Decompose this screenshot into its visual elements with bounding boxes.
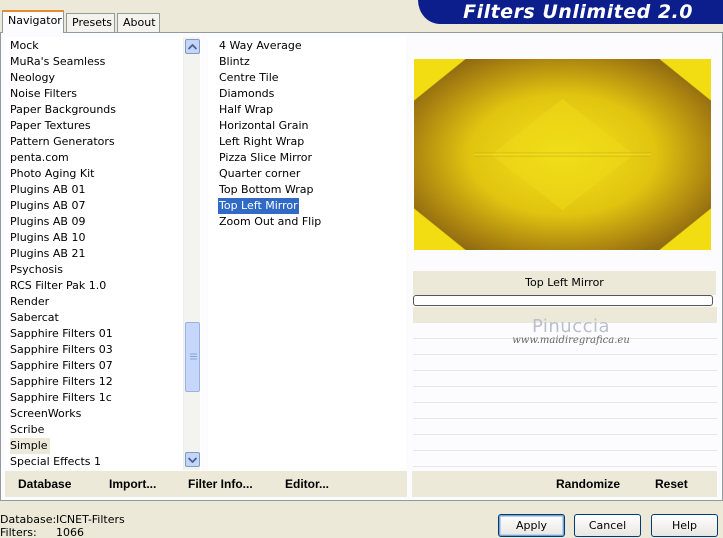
- filter-item[interactable]: Centre Tile: [218, 70, 280, 86]
- parameter-row: [413, 371, 717, 387]
- preview-area: Top Left Mirror Pinuccia www.maidiregraf…: [410, 37, 717, 483]
- chevron-up-icon[interactable]: [185, 39, 200, 54]
- parameter-row: [413, 435, 717, 451]
- category-item[interactable]: Mock: [10, 38, 41, 54]
- randomize-button[interactable]: Randomize: [556, 477, 620, 491]
- category-item[interactable]: Sapphire Filters 1c: [10, 390, 114, 406]
- category-item[interactable]: Psychosis: [10, 262, 65, 278]
- category-item[interactable]: Simple: [10, 438, 50, 454]
- category-item[interactable]: Sabercat: [10, 310, 61, 326]
- category-item[interactable]: Pattern Generators: [10, 134, 117, 150]
- tab-navigator[interactable]: Navigator: [2, 10, 64, 33]
- filter-item[interactable]: Left Right Wrap: [218, 134, 305, 150]
- filter-item[interactable]: Top Bottom Wrap: [218, 182, 315, 198]
- filter-item[interactable]: Zoom Out and Flip: [218, 214, 322, 230]
- filter-item[interactable]: Horizontal Grain: [218, 118, 309, 134]
- category-item[interactable]: Special Effects 1: [10, 454, 103, 470]
- tab-presets[interactable]: Presets: [66, 13, 115, 32]
- filter-info-button[interactable]: Filter Info...: [188, 477, 253, 491]
- category-scrollbar[interactable]: [183, 37, 200, 470]
- filters-label: Filters:: [0, 526, 37, 538]
- filter-list[interactable]: 4 Way Average Blintz Centre Tile Diamonds Ha…: [208, 37, 406, 470]
- category-item[interactable]: Plugins AB 21: [10, 246, 87, 262]
- apply-button[interactable]: Apply: [498, 514, 565, 537]
- filter-item[interactable]: Diamonds: [218, 86, 275, 102]
- category-item[interactable]: Photo Aging Kit: [10, 166, 96, 182]
- filter-item[interactable]: Blintz: [218, 54, 251, 70]
- category-item[interactable]: Scribe: [10, 422, 46, 438]
- scrollbar-thumb[interactable]: [185, 322, 200, 392]
- parameter-row: [413, 387, 717, 403]
- reset-button[interactable]: Reset: [655, 477, 688, 491]
- toolbar-right: Randomize Reset: [412, 471, 717, 497]
- category-item[interactable]: Neology: [10, 70, 57, 86]
- import-button[interactable]: Import...: [109, 477, 156, 491]
- category-list[interactable]: Mock MuRa's Seamless Neology Noise Filters P…: [5, 37, 201, 470]
- category-item[interactable]: ScreenWorks: [10, 406, 83, 422]
- category-item[interactable]: Plugins AB 07: [10, 198, 87, 214]
- category-item[interactable]: RCS Filter Pak 1.0: [10, 278, 108, 294]
- category-item[interactable]: Paper Backgrounds: [10, 102, 118, 118]
- parameter-row: [413, 451, 717, 467]
- database-button[interactable]: Database: [18, 477, 71, 491]
- filter-item[interactable]: Quarter corner: [218, 166, 301, 182]
- category-item[interactable]: Sapphire Filters 01: [10, 326, 115, 342]
- category-item[interactable]: penta.com: [10, 150, 71, 166]
- brand-title: Filters Unlimited 2.0: [463, 1, 693, 23]
- parameter-row: [413, 419, 717, 435]
- cancel-button[interactable]: Cancel: [574, 514, 641, 537]
- chevron-down-icon[interactable]: [185, 452, 200, 467]
- tab-about[interactable]: About: [117, 13, 160, 32]
- filter-item[interactable]: Pizza Slice Mirror: [218, 150, 313, 166]
- category-item[interactable]: MuRa's Seamless: [10, 54, 107, 70]
- filter-item[interactable]: 4 Way Average: [218, 38, 303, 54]
- selected-filter-name: Top Left Mirror: [413, 271, 716, 295]
- brand-banner: Filters Unlimited 2.0: [418, 0, 723, 24]
- toolbar-left: Database Import... Filter Info... Editor…: [5, 471, 407, 497]
- filter-item[interactable]: Top Left Mirror: [218, 198, 299, 214]
- parameter-row: [413, 403, 717, 419]
- category-item[interactable]: Render: [10, 294, 51, 310]
- database-label: Database:: [0, 513, 57, 526]
- category-item[interactable]: Plugins AB 10: [10, 230, 87, 246]
- category-item[interactable]: Sapphire Filters 12: [10, 374, 115, 390]
- progress-bar: [413, 295, 713, 306]
- preview-image: [414, 59, 711, 250]
- filter-item[interactable]: Half Wrap: [218, 102, 274, 118]
- category-item[interactable]: Sapphire Filters 03: [10, 342, 115, 358]
- watermark-url: www.maidiregrafica.eu: [512, 335, 630, 346]
- watermark: Pinuccia www.maidiregrafica.eu: [506, 316, 636, 346]
- status-info: Database:ICNET-Filters Filters: 1066: [0, 513, 125, 538]
- category-item[interactable]: Noise Filters: [10, 86, 79, 102]
- category-item[interactable]: Plugins AB 01: [10, 182, 87, 198]
- help-button[interactable]: Help: [651, 514, 718, 537]
- editor-button[interactable]: Editor...: [285, 477, 329, 491]
- filters-count: 1066: [56, 526, 84, 538]
- grip-icon: [190, 353, 197, 361]
- category-item[interactable]: Paper Textures: [10, 118, 93, 134]
- category-item[interactable]: Plugins AB 09: [10, 214, 87, 230]
- database-value: ICNET-Filters: [56, 513, 125, 526]
- parameter-row: [413, 355, 717, 371]
- category-item[interactable]: Sapphire Filters 07: [10, 358, 115, 374]
- watermark-name: Pinuccia: [531, 316, 611, 337]
